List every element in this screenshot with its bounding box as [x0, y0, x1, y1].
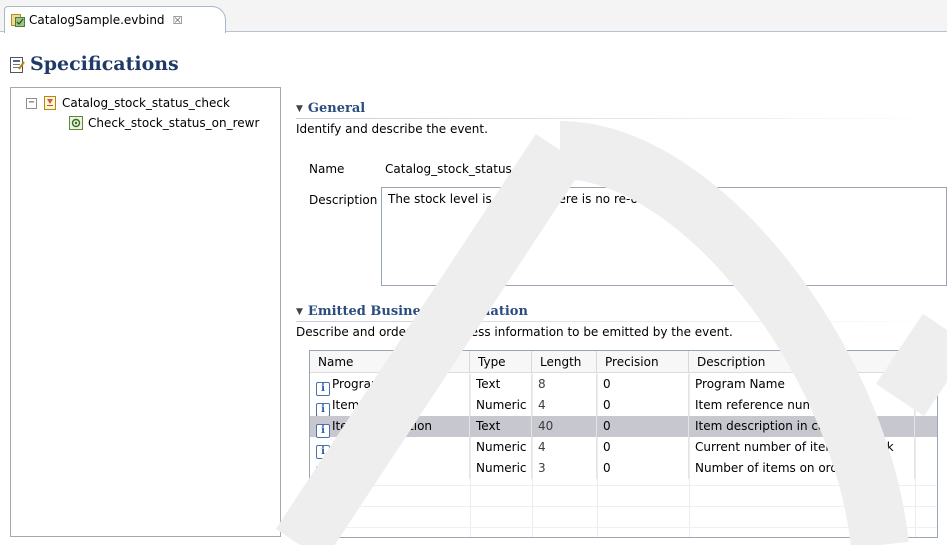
cell-type: Text [470, 416, 532, 437]
cell-precision: 0 [597, 437, 689, 458]
column-header-name[interactable]: Name [310, 351, 470, 373]
expand-triangle-icon: ▼ [296, 306, 303, 317]
section-separator [296, 321, 947, 322]
cell-name-text: in_stock [332, 440, 381, 454]
section-separator [296, 118, 947, 119]
event-icon [43, 96, 57, 110]
tree-item-root-label: Catalog_stock_status_check [62, 96, 230, 110]
header-filler [915, 351, 937, 373]
empty-table-row [310, 527, 937, 537]
name-label: Name [309, 162, 345, 176]
info-item-icon: i [316, 403, 330, 417]
emitted-section-title: Emitted Business Information [307, 304, 528, 319]
cell-description: Current number of items in stock [689, 437, 915, 458]
cell-name-text: Program_name [332, 377, 423, 391]
cell-name: i Item_description [310, 416, 470, 438]
cell-name: i in_stock [310, 437, 470, 459]
cell-description: Item description in catalog [689, 416, 915, 437]
info-item-icon: i [316, 445, 330, 459]
general-section-description: Identify and describe the event. [296, 122, 488, 136]
table-row[interactable]: i in_stock Numeric 4 0 Current number of item… [310, 437, 937, 459]
tree-item-root[interactable]: − Catalog_stock_status_check [26, 94, 230, 112]
tree-item-child-label: Check_stock_status_on_rewr [88, 116, 260, 130]
editor-tab-bar: CatalogSample.evbind ☒ [0, 0, 947, 33]
cell-length: 40 [532, 416, 597, 437]
cell-name: i Item_ref [310, 395, 470, 417]
info-item-icon: i [316, 466, 330, 480]
description-field[interactable]: The stock level is low and there is no r… [381, 187, 947, 286]
event-tree[interactable]: − Catalog_stock_status_check Check_stock… [10, 87, 281, 537]
emitted-section-description: Describe and order the business informat… [296, 325, 733, 339]
editor-tab[interactable]: CatalogSample.evbind ☒ [4, 6, 226, 33]
event-binding-file-icon [11, 13, 25, 27]
info-item-icon: i [316, 382, 330, 396]
cell-name: i on_order [310, 458, 470, 480]
column-header-precision[interactable]: Precision [597, 351, 689, 373]
name-value[interactable]: Catalog_stock_status_check [385, 162, 553, 176]
cell-type: Numeric [470, 395, 532, 416]
column-header-type[interactable]: Type [470, 351, 532, 373]
cell-type: Text [470, 374, 532, 395]
description-label: Description [309, 193, 378, 207]
table-row[interactable]: i Item_ref Numeric 4 0 Item reference number [310, 395, 937, 417]
rule-icon [69, 116, 83, 130]
table-row[interactable]: i on_order Numeric 3 0 Number of items on ord… [310, 458, 937, 480]
close-icon[interactable]: ☒ [173, 14, 183, 27]
cell-length: 3 [532, 458, 597, 479]
column-header-description[interactable]: Description [689, 351, 915, 373]
cell-length: 4 [532, 437, 597, 458]
tab-label: CatalogSample.evbind [29, 13, 165, 27]
empty-table-row [310, 485, 937, 506]
cell-length: 4 [532, 395, 597, 416]
cell-precision: 0 [597, 416, 689, 437]
expand-triangle-icon: ▼ [296, 103, 303, 114]
collapse-icon[interactable]: − [26, 97, 37, 109]
business-info-table[interactable]: Name Type Length Precision Description i… [309, 350, 938, 538]
info-item-icon: i [316, 424, 330, 438]
general-section-title: General [307, 101, 366, 116]
cell-precision: 0 [597, 395, 689, 416]
cell-type: Numeric [470, 458, 532, 479]
cell-name-text: Item_description [332, 419, 433, 433]
page-title: Specifications [30, 53, 179, 75]
cell-precision: 0 [597, 374, 689, 395]
cell-length: 8 [532, 374, 597, 395]
table-header: Name Type Length Precision Description [310, 351, 937, 373]
cell-precision: 0 [597, 458, 689, 479]
table-row[interactable]: i Item_description Text 40 0 Item description… [310, 416, 937, 438]
general-section-header[interactable]: ▼ General [296, 101, 365, 116]
cell-description: Number of items on order [689, 458, 915, 479]
cell-description: Item reference number [689, 395, 915, 416]
empty-table-row [310, 506, 937, 527]
table-row[interactable]: i Program_name Text 8 0 Program Name [310, 374, 937, 396]
cell-name-text: Item_ref [332, 398, 382, 412]
column-header-length[interactable]: Length [532, 351, 597, 373]
emitted-section-header[interactable]: ▼ Emitted Business Information [296, 304, 528, 319]
cell-description: Program Name [689, 374, 915, 395]
tree-item-child[interactable]: Check_stock_status_on_rewr [69, 114, 259, 132]
cell-name-text: on_order [332, 461, 385, 475]
cell-type: Numeric [470, 437, 532, 458]
cell-name: i Program_name [310, 374, 470, 396]
specification-icon [10, 57, 25, 77]
